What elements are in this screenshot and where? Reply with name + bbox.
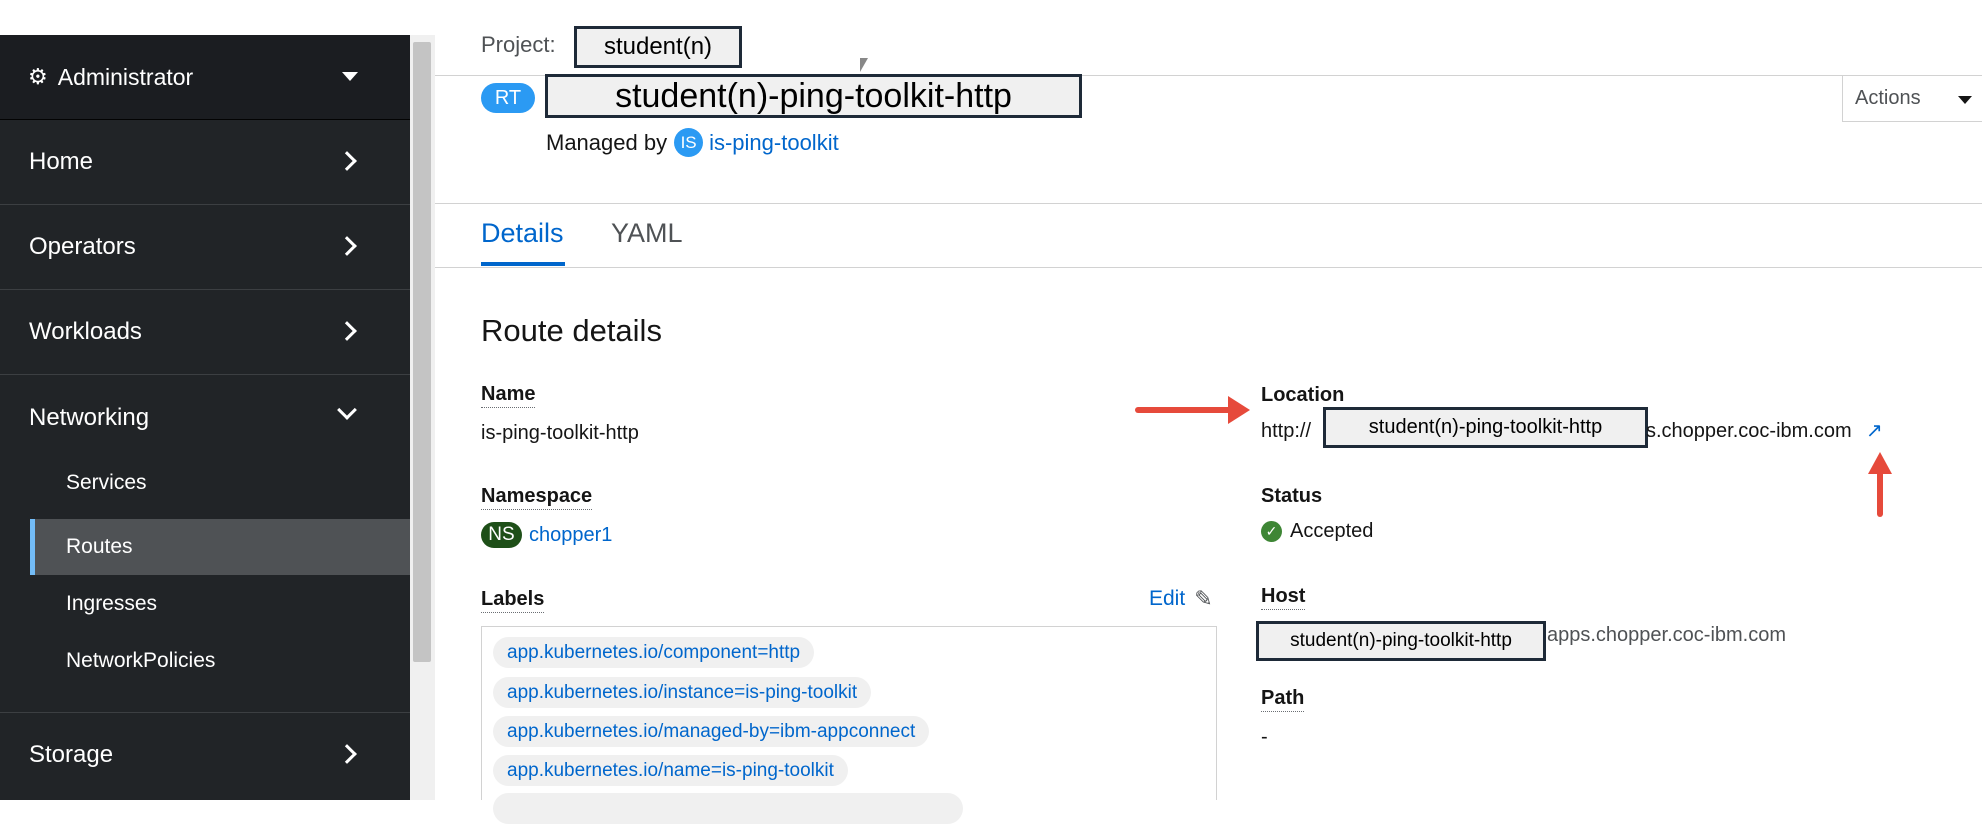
nav-section-networking[interactable]: Networking [0, 375, 410, 460]
path-label: Path [1261, 687, 1305, 712]
nav-section-home[interactable]: Home [0, 120, 410, 205]
location-prefix[interactable]: http:// [1261, 420, 1311, 443]
external-link-icon[interactable]: ↗ [1866, 418, 1883, 443]
chevron-right-icon [337, 744, 357, 764]
project-selector[interactable]: student(n) [574, 26, 742, 68]
host-suffix: apps.chopper.coc-ibm.com [1547, 624, 1787, 646]
chevron-right-icon [337, 321, 357, 341]
is-resource-badge: IS [674, 128, 704, 157]
label-chip[interactable]: app.kubernetes.io/component=http [493, 637, 815, 668]
tabs-divider [435, 267, 1982, 268]
chevron-right-icon [337, 236, 357, 256]
nav-section-operators[interactable]: Operators [0, 205, 410, 290]
edit-labels-button[interactable]: Edit ✎ [1149, 586, 1213, 612]
location-label: Location [1261, 384, 1345, 406]
label-chip[interactable]: app.kubernetes.io/instance=is-ping-toolk… [493, 677, 872, 708]
caret-down-icon [342, 72, 358, 81]
scrollbar-thumb[interactable] [413, 42, 431, 662]
chevron-right-icon [337, 151, 357, 171]
caret-down-icon [1958, 96, 1972, 104]
check-circle-icon: ✓ [1261, 521, 1282, 542]
host-label: Host [1261, 585, 1306, 610]
pencil-icon: ✎ [1194, 586, 1213, 611]
nav-section-label: Home [29, 148, 94, 175]
namespace-link[interactable]: chopper1 [529, 524, 612, 547]
annotation-arrow-up [1877, 470, 1883, 517]
status-label: Status [1261, 485, 1323, 507]
tab-yaml[interactable]: YAML [611, 218, 683, 249]
label-chip[interactable]: app.kubernetes.io/name=is-ping-toolkit [493, 755, 848, 786]
nav-section-label: Storage [29, 741, 114, 768]
nav-section-workloads[interactable]: Workloads [0, 290, 410, 375]
header-bottom-divider [435, 203, 1982, 204]
label-chip-partial[interactable] [493, 793, 963, 824]
namespace-label: Namespace [481, 485, 593, 510]
annotation-arrow-right-head [1228, 396, 1250, 424]
nav-item-ingresses[interactable]: Ingresses [30, 576, 410, 632]
location-suffix[interactable]: s.chopper.coc-ibm.com [1646, 420, 1852, 443]
actions-label: Actions [1855, 87, 1921, 109]
managed-by-link[interactable]: is-ping-toolkit [709, 130, 839, 156]
status-text: Accepted [1290, 520, 1374, 542]
name-value: is-ping-toolkit-http [481, 422, 639, 444]
namespace-resource-badge: NS [481, 522, 522, 548]
nav-item-routes[interactable]: Routes [30, 519, 410, 575]
labels-label: Labels [481, 588, 545, 613]
nav-section-storage[interactable]: Storage [0, 712, 410, 797]
nav-item-networkpolicies[interactable]: NetworkPolicies [30, 633, 410, 689]
tab-details[interactable]: Details [481, 218, 564, 249]
chevron-down-icon [337, 400, 357, 420]
sidebar-nav: ⚙ Administrator Home Operators Workloads… [0, 35, 410, 800]
perspective-switcher[interactable]: ⚙ Administrator [0, 35, 410, 120]
location-host-redacted[interactable]: student(n)-ping-toolkit-http [1323, 407, 1648, 448]
nav-section-label: Operators [29, 233, 136, 260]
path-value: - [1261, 726, 1268, 748]
managed-by-label: Managed by [546, 129, 668, 155]
nav-item-services[interactable]: Services [30, 455, 410, 511]
nav-section-label: Networking [29, 403, 150, 431]
managed-by: Managed by IS is-ping-toolkit [546, 128, 839, 157]
actions-dropdown[interactable]: Actions [1842, 76, 1982, 122]
annotation-arrow-right [1135, 407, 1235, 413]
perspective-label: Administrator [57, 63, 194, 90]
labels-list: app.kubernetes.io/component=http app.kub… [481, 626, 1217, 824]
project-label: Project: [481, 32, 556, 57]
gears-icon: ⚙ [28, 64, 48, 89]
host-redacted: student(n)-ping-toolkit-http [1256, 621, 1546, 661]
nav-section-label: Workloads [29, 318, 142, 345]
namespace-value: NS chopper1 [481, 522, 612, 548]
active-tab-indicator [481, 262, 565, 266]
label-chip[interactable]: app.kubernetes.io/managed-by=ibm-appconn… [493, 716, 930, 747]
route-resource-badge: RT [481, 83, 535, 113]
status-value: ✓ Accepted [1261, 520, 1373, 543]
mouse-cursor-icon [860, 58, 868, 72]
name-label: Name [481, 383, 536, 408]
section-heading: Route details [481, 313, 662, 348]
page-title: student(n)-ping-toolkit-http [545, 74, 1082, 118]
edit-label: Edit [1149, 587, 1186, 610]
